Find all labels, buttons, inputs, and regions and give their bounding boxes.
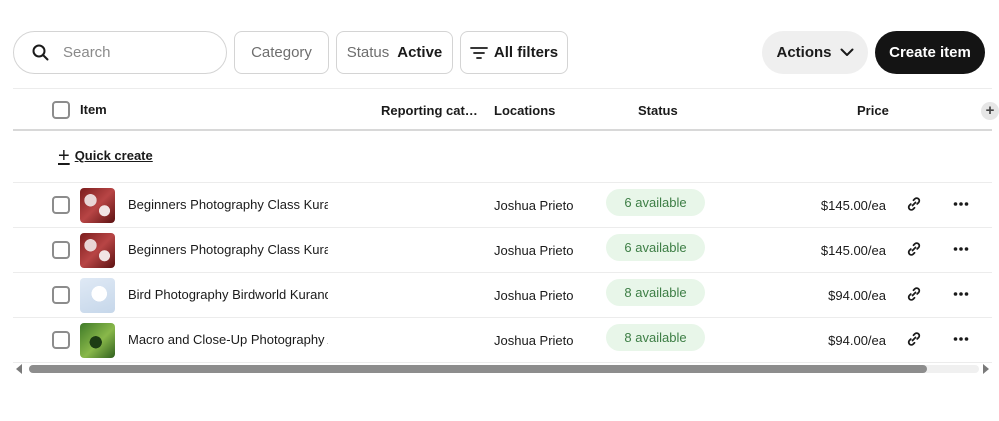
status-badge: 6 available: [606, 189, 705, 216]
row-checkbox[interactable]: [52, 286, 70, 304]
item-price: $145.00/ea: [820, 198, 886, 213]
item-thumbnail: [80, 188, 115, 223]
category-filter-label: Category: [251, 44, 312, 61]
quick-create-label: Quick create: [74, 148, 153, 163]
table-row[interactable]: Beginners Photography Class Kuranda Josh…: [13, 183, 992, 228]
scroll-right-arrow-icon[interactable]: [982, 364, 989, 374]
table-row[interactable]: Bird Photography Birdworld Kuranda Joshu…: [13, 273, 992, 318]
item-name[interactable]: Macro and Close-Up Photography A: [128, 332, 328, 347]
status-filter[interactable]: Status Active: [336, 31, 453, 74]
toolbar: Category Status Active All filters Actio…: [0, 0, 999, 88]
select-all-checkbox[interactable]: [52, 101, 70, 119]
table-row[interactable]: Beginners Photography Class Kuranda Josh…: [13, 228, 992, 273]
item-thumbnail: [80, 323, 115, 358]
item-name[interactable]: Beginners Photography Class Kuranda: [128, 197, 328, 212]
column-header-item[interactable]: Item: [80, 102, 107, 117]
column-header-locations[interactable]: Locations: [494, 103, 555, 118]
row-checkbox[interactable]: [52, 241, 70, 259]
item-name[interactable]: Bird Photography Birdworld Kuranda: [128, 287, 328, 302]
all-filters-label: All filters: [493, 44, 559, 61]
link-icon[interactable]: [906, 196, 922, 212]
actions-button[interactable]: Actions: [762, 31, 868, 74]
search-input[interactable]: [61, 43, 201, 62]
actions-label: Actions: [776, 44, 832, 61]
more-horizontal-icon[interactable]: [953, 241, 969, 257]
status-badge: 6 available: [606, 234, 705, 261]
item-location: Joshua Prieto: [494, 243, 574, 258]
status-badge: 8 available: [606, 279, 705, 306]
item-price: $94.00/ea: [828, 288, 886, 303]
row-checkbox[interactable]: [52, 196, 70, 214]
create-item-button[interactable]: Create item: [875, 31, 985, 74]
link-icon[interactable]: [906, 331, 922, 347]
search-icon: [32, 44, 49, 61]
status-filter-value: Active: [397, 44, 443, 61]
status-filter-key: Status: [346, 44, 390, 61]
scrollbar-thumb[interactable]: [29, 365, 927, 373]
more-horizontal-icon[interactable]: [953, 286, 969, 302]
item-price: $94.00/ea: [828, 333, 886, 348]
plus-icon: +: [58, 144, 70, 167]
filter-lines-icon: [470, 46, 488, 59]
item-location: Joshua Prieto: [494, 333, 574, 348]
item-price: $145.00/ea: [820, 243, 886, 258]
all-filters-button[interactable]: All filters: [460, 31, 568, 74]
link-icon[interactable]: [906, 286, 922, 302]
column-header-price[interactable]: Price: [857, 103, 889, 118]
item-thumbnail: [80, 278, 115, 313]
more-horizontal-icon[interactable]: [953, 331, 969, 347]
status-badge: 8 available: [606, 324, 705, 351]
column-header-reporting-category[interactable]: Reporting categ...: [381, 103, 482, 118]
scroll-left-arrow-icon[interactable]: [16, 364, 23, 374]
item-location: Joshua Prieto: [494, 198, 574, 213]
column-header-status[interactable]: Status: [638, 103, 678, 118]
item-location: Joshua Prieto: [494, 288, 574, 303]
link-icon[interactable]: [906, 241, 922, 257]
item-name[interactable]: Beginners Photography Class Kuranda: [128, 242, 328, 257]
table-header: Item Reporting categ... Locations Status…: [13, 88, 999, 131]
row-checkbox[interactable]: [52, 331, 70, 349]
chevron-down-icon: [840, 48, 853, 56]
horizontal-scrollbar[interactable]: [13, 362, 992, 376]
search-box[interactable]: [13, 31, 227, 74]
quick-create-link[interactable]: + Quick create: [58, 144, 153, 167]
table-row[interactable]: Macro and Close-Up Photography A Joshua …: [13, 318, 992, 363]
add-column-button[interactable]: +: [981, 102, 999, 120]
category-filter[interactable]: Category: [234, 31, 329, 74]
create-item-label: Create item: [889, 44, 971, 61]
item-thumbnail: [80, 233, 115, 268]
quick-create-row: + Quick create: [13, 131, 992, 183]
more-horizontal-icon[interactable]: [953, 196, 969, 212]
